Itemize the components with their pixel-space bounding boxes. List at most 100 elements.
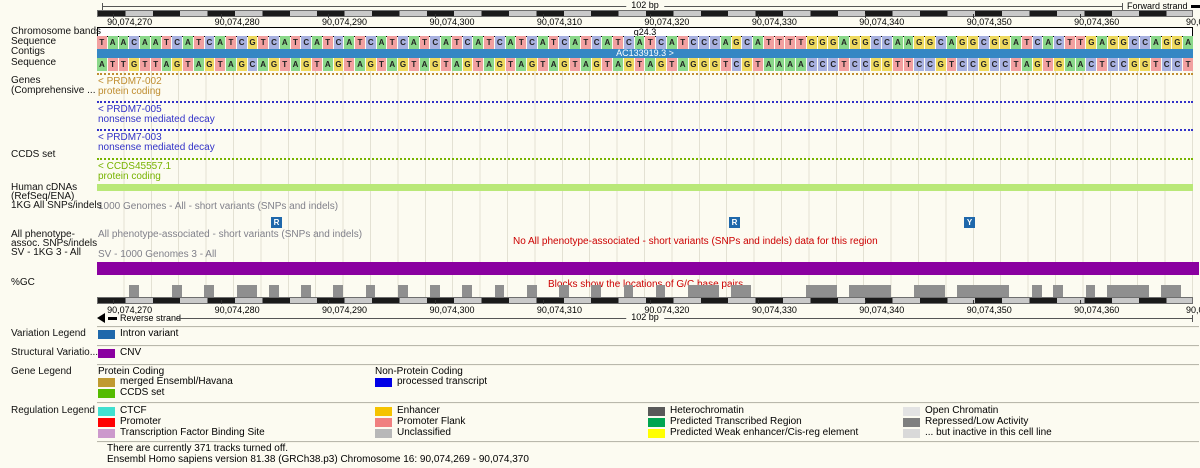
base-cell[interactable]: G (860, 36, 871, 49)
base-cell[interactable]: T (376, 58, 387, 71)
base-cell[interactable]: T (279, 58, 290, 71)
transcript-line[interactable] (97, 129, 1193, 131)
base-cell[interactable]: G (527, 58, 537, 71)
base-cell[interactable]: A (1011, 36, 1021, 49)
base-cell[interactable]: G (1054, 58, 1064, 71)
base-cell[interactable]: C (527, 36, 537, 49)
base-cell[interactable]: T (903, 58, 914, 71)
base-cell[interactable]: C (914, 58, 925, 71)
base-cell[interactable]: T (667, 58, 677, 71)
base-cell[interactable]: A (763, 58, 774, 71)
base-cell[interactable]: T (1097, 58, 1107, 71)
base-cell[interactable]: A (892, 36, 903, 49)
base-cell[interactable]: A (484, 58, 494, 71)
base-cell[interactable]: T (796, 36, 806, 49)
base-cell[interactable]: G (817, 36, 828, 49)
base-cell[interactable]: T (548, 36, 559, 49)
base-cell[interactable]: T (634, 58, 645, 71)
base-cell[interactable]: A (161, 58, 172, 71)
base-cell[interactable]: A (97, 58, 107, 71)
base-cell[interactable]: T (290, 36, 301, 49)
base-cell[interactable]: G (1140, 58, 1150, 71)
base-cell[interactable]: T (107, 58, 118, 71)
base-cell[interactable]: A (516, 58, 527, 71)
base-cell[interactable]: A (290, 58, 301, 71)
base-cell[interactable]: C (978, 36, 989, 49)
base-cell[interactable]: A (107, 36, 118, 49)
base-cell[interactable]: G (989, 36, 1000, 49)
base-cell[interactable]: A (753, 36, 763, 49)
base-cell[interactable]: A (322, 58, 333, 71)
base-cell[interactable]: C (860, 58, 871, 71)
base-cell[interactable]: T (505, 58, 516, 71)
ruler-bar-bottom[interactable] (97, 297, 1193, 304)
base-cell[interactable]: G (333, 58, 344, 71)
base-cell[interactable]: C (957, 58, 968, 71)
base-cell[interactable]: T (118, 58, 129, 71)
base-cell[interactable]: T (1021, 36, 1032, 49)
base-cell[interactable]: A (312, 36, 322, 49)
base-cell[interactable]: A (537, 36, 548, 49)
base-cell[interactable]: A (419, 58, 430, 71)
base-cell[interactable]: G (269, 58, 279, 71)
base-cell[interactable]: C (301, 36, 312, 49)
base-cell[interactable]: C (806, 58, 817, 71)
base-cell[interactable]: T (408, 58, 419, 71)
base-cell[interactable]: T (785, 36, 796, 49)
ruler-bar-top[interactable] (97, 10, 1193, 17)
base-cell[interactable]: C (699, 36, 710, 49)
transcript-line[interactable] (97, 101, 1193, 103)
base-cell[interactable]: T (258, 36, 269, 49)
base-cell[interactable]: T (441, 58, 451, 71)
base-cell[interactable]: C (1054, 36, 1064, 49)
base-cell[interactable]: G (710, 58, 720, 71)
base-cell[interactable]: A (1150, 36, 1161, 49)
base-cell[interactable]: A (140, 36, 150, 49)
base-cell[interactable]: T (161, 36, 172, 49)
base-cell[interactable]: T (322, 36, 333, 49)
base-cell[interactable]: A (796, 58, 806, 71)
base-cell[interactable]: A (839, 36, 849, 49)
base-cell[interactable]: T (516, 36, 527, 49)
base-cell[interactable]: A (570, 36, 580, 49)
base-cell[interactable]: G (914, 36, 925, 49)
base-cell[interactable]: T (150, 58, 161, 71)
base-cell[interactable]: G (623, 58, 634, 71)
base-cell[interactable]: T (720, 58, 731, 71)
base-cell[interactable]: C (849, 58, 860, 71)
base-cell[interactable]: G (494, 58, 505, 71)
base-cell[interactable]: G (1032, 58, 1043, 71)
base-cell[interactable]: G (462, 58, 473, 71)
base-cell[interactable]: T (215, 58, 226, 71)
base-cell[interactable]: A (376, 36, 387, 49)
base-cell[interactable]: G (172, 58, 183, 71)
base-cell[interactable]: G (828, 36, 839, 49)
base-cell[interactable]: T (892, 58, 903, 71)
base-cell[interactable]: G (301, 58, 312, 71)
base-cell[interactable]: G (365, 58, 376, 71)
base-cell[interactable]: T (344, 58, 355, 71)
base-cell[interactable]: C (1140, 36, 1150, 49)
base-cell[interactable]: C (247, 58, 258, 71)
base-cell[interactable]: T (763, 36, 774, 49)
base-cell[interactable]: G (236, 58, 247, 71)
base-cell[interactable]: C (731, 58, 742, 71)
sequence-reverse-track[interactable]: ATTGTTAGTAGTAGCAGTAGTAGTAGTAGTAGTAGTAGTA… (97, 58, 1193, 71)
base-cell[interactable]: C (1000, 58, 1011, 71)
transcript-line[interactable] (97, 73, 1193, 75)
base-cell[interactable]: A (279, 36, 290, 49)
base-cell[interactable]: A (355, 58, 365, 71)
base-cell[interactable]: C (968, 58, 978, 71)
sv-cnv-bar[interactable] (97, 262, 1199, 275)
base-cell[interactable]: T (774, 36, 785, 49)
base-cell[interactable]: T (946, 58, 957, 71)
base-cell[interactable]: T (97, 36, 107, 49)
base-cell[interactable]: G (129, 58, 140, 71)
base-cell[interactable]: T (839, 58, 849, 71)
base-cell[interactable]: A (505, 36, 516, 49)
base-cell[interactable]: A (602, 36, 613, 49)
base-cell[interactable]: A (193, 58, 204, 71)
base-cell[interactable]: G (591, 58, 602, 71)
base-cell[interactable]: C (1107, 58, 1118, 71)
base-cell[interactable]: T (312, 58, 322, 71)
